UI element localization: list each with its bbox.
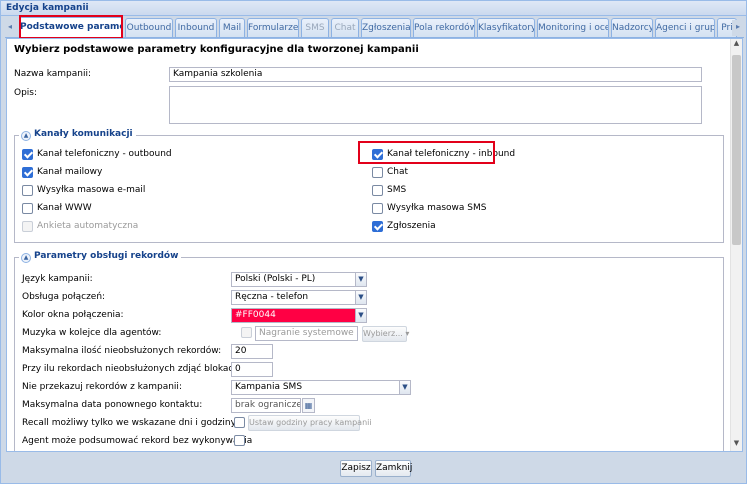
tab-inbound[interactable]: Inbound [175, 18, 217, 37]
label-tickets: Zgłoszenia [387, 221, 436, 231]
campaign-name-input[interactable]: Kampania szkolenia [169, 67, 702, 82]
checkbox-chat[interactable] [372, 167, 383, 178]
music-input: Nagranie systemowe [255, 326, 358, 341]
description-textarea[interactable] [169, 86, 702, 124]
tab-outbound[interactable]: Outbound [125, 18, 173, 37]
tab-record-fields[interactable]: Pola rekordów [413, 18, 475, 37]
color-picker[interactable]: #FF0044 ▼ [231, 308, 367, 323]
language-select[interactable]: Polski (Polski - PL) ▼ [231, 272, 367, 287]
highlight-active-tab [19, 15, 123, 39]
checkbox-www[interactable] [22, 203, 33, 214]
collapse-icon[interactable]: ▲ [21, 253, 31, 263]
highlight-inbound-channel [358, 141, 495, 164]
label-phone-outbound: Kanał telefoniczny - outbound [37, 149, 172, 159]
no-transfer-label: Nie przekazuj rekordów z kampanii: [22, 382, 182, 392]
connection-label: Obsługa połączeń: [22, 292, 106, 302]
close-button[interactable]: Zamknij [375, 460, 412, 477]
tab-chat: Chat [331, 18, 359, 37]
agent-summary-label: Agent może podsumować rekord bez wykonyw… [22, 436, 253, 446]
set-work-hours-button: Ustaw godziny pracy kampanii [248, 415, 372, 431]
max-date-value: brak ograniczenia [235, 400, 301, 410]
language-label: Język kampanii: [22, 274, 93, 284]
color-label: Kolor okna połączenia: [22, 310, 124, 320]
label-mass-sms: Wysyłka masowa SMS [387, 203, 487, 213]
label-www: Kanał WWW [37, 203, 92, 213]
checkbox-music [241, 327, 252, 338]
checkbox-sms[interactable] [372, 185, 383, 196]
tab-forms[interactable]: Formularze [247, 18, 299, 37]
label-chat: Chat [387, 167, 409, 177]
color-value: #FF0044 [235, 310, 276, 320]
label-auto-survey: Ankieta automatyczna [37, 221, 139, 231]
block-input[interactable]: 0 [231, 362, 273, 377]
channels-legend-text: Kanały komunikacji [34, 129, 133, 139]
description-label: Opis: [14, 88, 38, 98]
tab-monitoring[interactable]: Monitoring i ocena [537, 18, 609, 37]
connection-select[interactable]: Ręczna - telefon ▼ [231, 290, 367, 305]
records-legend-text: Parametry obsługi rekordów [34, 251, 179, 261]
main-panel: Wybierz podstawowe parametry konfiguracy… [6, 38, 743, 452]
channels-legend[interactable]: ▲ Kanały komunikacji [19, 129, 136, 141]
chevron-down-icon[interactable]: ▼ [355, 291, 366, 304]
checkbox-mail[interactable] [22, 167, 33, 178]
max-unhandled-label: Maksymalna ilość nieobsłużonych rekordów… [22, 346, 222, 356]
checkbox-auto-survey [22, 221, 33, 232]
tab-mail[interactable]: Mail [219, 18, 245, 37]
no-transfer-select[interactable]: Kampania SMS ▼ [231, 380, 411, 395]
page-title: Wybierz podstawowe parametry konfiguracy… [14, 44, 419, 55]
checkbox-recall[interactable] [234, 417, 245, 428]
label-mass-email: Wysyłka masowa e-mail [37, 185, 146, 195]
tab-classifiers[interactable]: Klasyfikatory [477, 18, 535, 37]
scroll-up-icon[interactable]: ▲ [731, 39, 742, 51]
scroll-thumb[interactable] [732, 55, 741, 245]
tab-agents-groups[interactable]: Agenci i grupy [655, 18, 715, 37]
max-unhandled-input[interactable]: 20 [231, 344, 273, 359]
checkbox-phone-outbound[interactable] [22, 149, 33, 160]
block-label: Przy ilu rekordach nieobsłużonych zdjąć … [22, 364, 243, 374]
music-choose-label: Wybierz... [363, 329, 403, 338]
vertical-scrollbar[interactable]: ▲ ▼ [730, 39, 742, 451]
records-fieldset: ▲ Parametry obsługi rekordów Język kampan… [14, 251, 724, 451]
campaign-name-label: Nazwa kampanii: [14, 69, 92, 79]
collapse-icon[interactable]: ▲ [21, 131, 31, 141]
tab-tickets[interactable]: Zgłoszenia [361, 18, 411, 37]
music-label: Muzyka w kolejce dla agentów: [22, 328, 162, 338]
tab-scroll-right-icon[interactable]: ▸ [732, 20, 744, 36]
max-date-label: Maksymalna data ponownego kontaktu: [22, 400, 203, 410]
tab-sms: SMS [301, 18, 329, 37]
calendar-icon[interactable]: ▦ [302, 398, 315, 413]
chevron-down-icon[interactable]: ▼ [355, 309, 366, 322]
max-date-input[interactable]: brak ograniczenia [231, 398, 301, 413]
checkbox-agent-summary[interactable] [234, 435, 245, 446]
checkbox-mass-sms[interactable] [372, 203, 383, 214]
scroll-down-icon[interactable]: ▼ [731, 439, 742, 451]
language-value: Polski (Polski - PL) [235, 274, 316, 284]
save-button[interactable]: Zapisz [340, 460, 372, 477]
tab-supervisors[interactable]: Nadzorcy [611, 18, 653, 37]
chevron-down-icon[interactable]: ▼ [399, 381, 410, 394]
checkbox-tickets[interactable] [372, 221, 383, 232]
music-choose-button: Wybierz... ▾ [362, 326, 409, 342]
tab-scroll-left-icon[interactable]: ◂ [5, 20, 15, 36]
label-mail: Kanał mailowy [37, 167, 103, 177]
no-transfer-value: Kampania SMS [235, 382, 303, 392]
label-sms: SMS [387, 185, 407, 195]
recall-label: Recall możliwy tylko we wskazane dni i g… [22, 418, 239, 428]
connection-value: Ręczna - telefon [235, 292, 309, 302]
chevron-down-icon[interactable]: ▼ [355, 273, 366, 286]
campaign-edit-window: Edycja kampanii ◂ Podstawowe parametry O… [0, 0, 747, 484]
window-title: Edycja kampanii [1, 1, 746, 16]
checkbox-mass-email[interactable] [22, 185, 33, 196]
records-legend[interactable]: ▲ Parametry obsługi rekordów [19, 251, 182, 263]
